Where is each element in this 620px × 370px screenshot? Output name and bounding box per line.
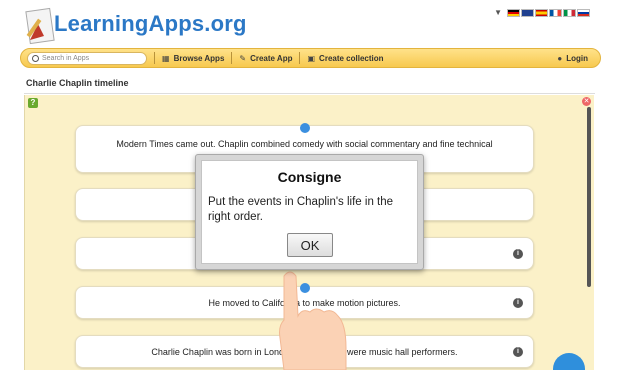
user-icon: ● bbox=[557, 53, 563, 63]
site-logo[interactable]: LearningApps.org bbox=[54, 11, 247, 37]
flag-it-icon[interactable] bbox=[563, 8, 576, 17]
info-icon[interactable]: i bbox=[513, 248, 523, 259]
main-toolbar: Search in Apps ▦ Browse Apps ✎ Create Ap… bbox=[20, 48, 601, 68]
instruction-dialog: Consigne Put the events in Chaplin's lif… bbox=[195, 154, 424, 270]
dialog-title: Consigne bbox=[277, 169, 342, 185]
create-collection-button[interactable]: ▣ Create collection bbox=[307, 54, 383, 63]
search-input[interactable]: Search in Apps bbox=[27, 51, 147, 65]
info-icon[interactable]: i bbox=[513, 346, 523, 357]
page: LearningApps.org ▼ Search in Apps ▦ Brow… bbox=[0, 0, 620, 370]
chevron-down-icon[interactable]: ▼ bbox=[494, 8, 502, 17]
browse-apps-button[interactable]: ▦ Browse Apps bbox=[162, 54, 224, 63]
create-app-label: Create App bbox=[250, 53, 293, 63]
toolbar-divider bbox=[154, 52, 155, 64]
browse-apps-label: Browse Apps bbox=[173, 53, 225, 63]
create-app-button[interactable]: ✎ Create App bbox=[239, 54, 292, 63]
connector-dot[interactable] bbox=[300, 123, 310, 133]
dialog-text: Put the events in Chaplin's life in the … bbox=[208, 196, 394, 223]
scrollbar[interactable] bbox=[587, 107, 591, 287]
page-title: Charlie Chaplin timeline bbox=[26, 78, 129, 88]
logo-icon bbox=[25, 7, 55, 45]
toolbar-divider bbox=[231, 52, 233, 64]
login-label: Login bbox=[566, 53, 588, 63]
ok-button[interactable]: OK bbox=[287, 233, 333, 257]
flag-en-icon[interactable] bbox=[521, 8, 534, 17]
collection-icon: ▣ bbox=[307, 53, 316, 63]
dialog-body: Consigne Put the events in Chaplin's lif… bbox=[201, 160, 418, 264]
login-button[interactable]: ● Login bbox=[557, 54, 588, 63]
grid-icon: ▦ bbox=[162, 53, 170, 63]
pencil-icon: ✎ bbox=[239, 53, 247, 63]
pointing-hand-icon bbox=[279, 271, 347, 370]
search-icon bbox=[32, 54, 39, 62]
info-icon[interactable]: i bbox=[513, 297, 523, 308]
check-button[interactable] bbox=[553, 353, 585, 370]
search-placeholder: Search in Apps bbox=[42, 54, 90, 62]
flag-es-icon[interactable] bbox=[535, 8, 548, 17]
flag-fr-icon[interactable] bbox=[549, 8, 562, 17]
language-selector[interactable]: ▼ bbox=[494, 8, 590, 17]
help-icon[interactable]: ? bbox=[28, 98, 38, 108]
divider bbox=[24, 93, 595, 94]
flag-de-icon[interactable] bbox=[507, 8, 520, 17]
flag-ru-icon[interactable] bbox=[577, 8, 590, 17]
toolbar-divider bbox=[299, 52, 301, 64]
close-icon[interactable]: ✕ bbox=[582, 97, 591, 106]
create-collection-label: Create collection bbox=[319, 53, 384, 63]
